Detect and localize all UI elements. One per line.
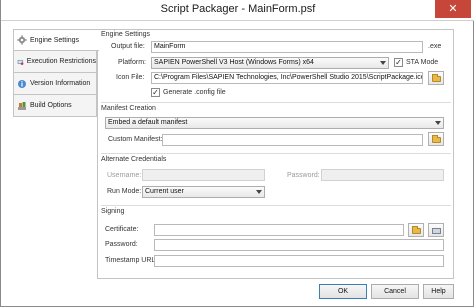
- run-mode-select[interactable]: Current user: [142, 186, 265, 198]
- tab-execution-restrictions-label: Execution Restrictions: [26, 58, 96, 65]
- output-file-label: Output file:: [111, 43, 145, 50]
- divider: [101, 153, 451, 154]
- settings-tab-list: Engine Settings Execution Restrictions V…: [13, 29, 99, 117]
- timestamp-url-input[interactable]: [154, 255, 444, 267]
- chevron-down-icon: [435, 121, 441, 125]
- credentials-password-input[interactable]: [321, 169, 444, 181]
- username-label: Username:: [107, 172, 142, 179]
- certificate-store-button[interactable]: [428, 223, 444, 237]
- platform-value: SAPIEN PowerShell V3 Host (Windows Forms…: [154, 59, 314, 66]
- chevron-down-icon: [380, 61, 386, 65]
- ok-button[interactable]: OK: [319, 284, 367, 299]
- custom-manifest-input[interactable]: [162, 134, 423, 146]
- certificate-icon: [432, 228, 441, 234]
- title-bar: Script Packager - MainForm.psf ✕: [1, 0, 474, 21]
- folder-icon: [412, 226, 421, 234]
- sta-mode-checkbox[interactable]: ✓: [394, 58, 403, 67]
- manifest-select[interactable]: Embed a default manifest: [105, 117, 444, 129]
- platform-label: Platform:: [118, 59, 147, 66]
- signing-group-title: Signing: [101, 208, 125, 215]
- generate-config-label: Generate .config file: [163, 89, 226, 96]
- signing-password-input[interactable]: [154, 239, 444, 251]
- browse-manifest-button[interactable]: [428, 132, 444, 146]
- close-icon: ✕: [448, 2, 458, 15]
- folder-icon: [432, 135, 441, 143]
- output-file-input[interactable]: MainForm: [151, 41, 423, 53]
- close-button[interactable]: ✕: [435, 0, 471, 18]
- version-info-icon: [18, 79, 26, 88]
- folder-icon: [432, 74, 441, 82]
- timestamp-url-label: Timestamp URL:: [105, 257, 158, 264]
- browse-icon-button[interactable]: [428, 71, 444, 85]
- tab-version-information-label: Version Information: [30, 80, 91, 87]
- platform-select[interactable]: SAPIEN PowerShell V3 Host (Windows Forms…: [151, 57, 389, 69]
- script-packager-window: Script Packager - MainForm.psf ✕ Engine …: [0, 0, 474, 307]
- gear-icon: [17, 35, 27, 45]
- divider: [101, 102, 451, 103]
- output-extension: .exe: [428, 43, 442, 50]
- credentials-password-label: Password:: [287, 172, 320, 179]
- sta-mode-label: STA Mode: [406, 59, 439, 66]
- divider: [101, 205, 451, 206]
- build-options-icon: [18, 101, 26, 110]
- help-button[interactable]: Help: [423, 284, 454, 299]
- manifest-group-title: Manifest Creation: [101, 105, 156, 112]
- icon-file-label: Icon File:: [116, 74, 145, 81]
- engine-settings-group-title: Engine Settings: [101, 31, 151, 38]
- certificate-label: Certificate:: [105, 226, 139, 233]
- signing-password-label: Password:: [105, 241, 138, 248]
- tab-engine-settings-label: Engine Settings: [30, 36, 80, 44]
- tab-build-options-label: Build Options: [30, 102, 72, 109]
- tab-engine-settings[interactable]: Engine Settings: [13, 29, 99, 51]
- username-input[interactable]: [142, 169, 265, 181]
- restriction-icon: [17, 59, 24, 65]
- certificate-input[interactable]: [154, 224, 404, 236]
- credentials-group-title: Alternate Credentials: [101, 156, 167, 163]
- window-title: Script Packager - MainForm.psf: [160, 3, 316, 15]
- engine-settings-panel: Engine Settings Output file: MainForm .e…: [97, 29, 454, 279]
- run-mode-label: Run Mode:: [107, 188, 142, 195]
- generate-config-checkbox[interactable]: ✓: [151, 88, 160, 97]
- tab-version-information[interactable]: Version Information: [13, 73, 97, 95]
- custom-manifest-label: Custom Manifest:: [108, 136, 163, 143]
- chevron-down-icon: [256, 190, 262, 194]
- tab-build-options[interactable]: Build Options: [13, 95, 97, 117]
- manifest-value: Embed a default manifest: [108, 119, 188, 126]
- cancel-button[interactable]: Cancel: [371, 284, 419, 299]
- browse-certificate-button[interactable]: [408, 223, 424, 237]
- run-mode-value: Current user: [145, 188, 184, 195]
- icon-file-input[interactable]: C:\Program Files\SAPIEN Technologies, In…: [151, 72, 423, 84]
- tab-execution-restrictions[interactable]: Execution Restrictions: [13, 51, 97, 73]
